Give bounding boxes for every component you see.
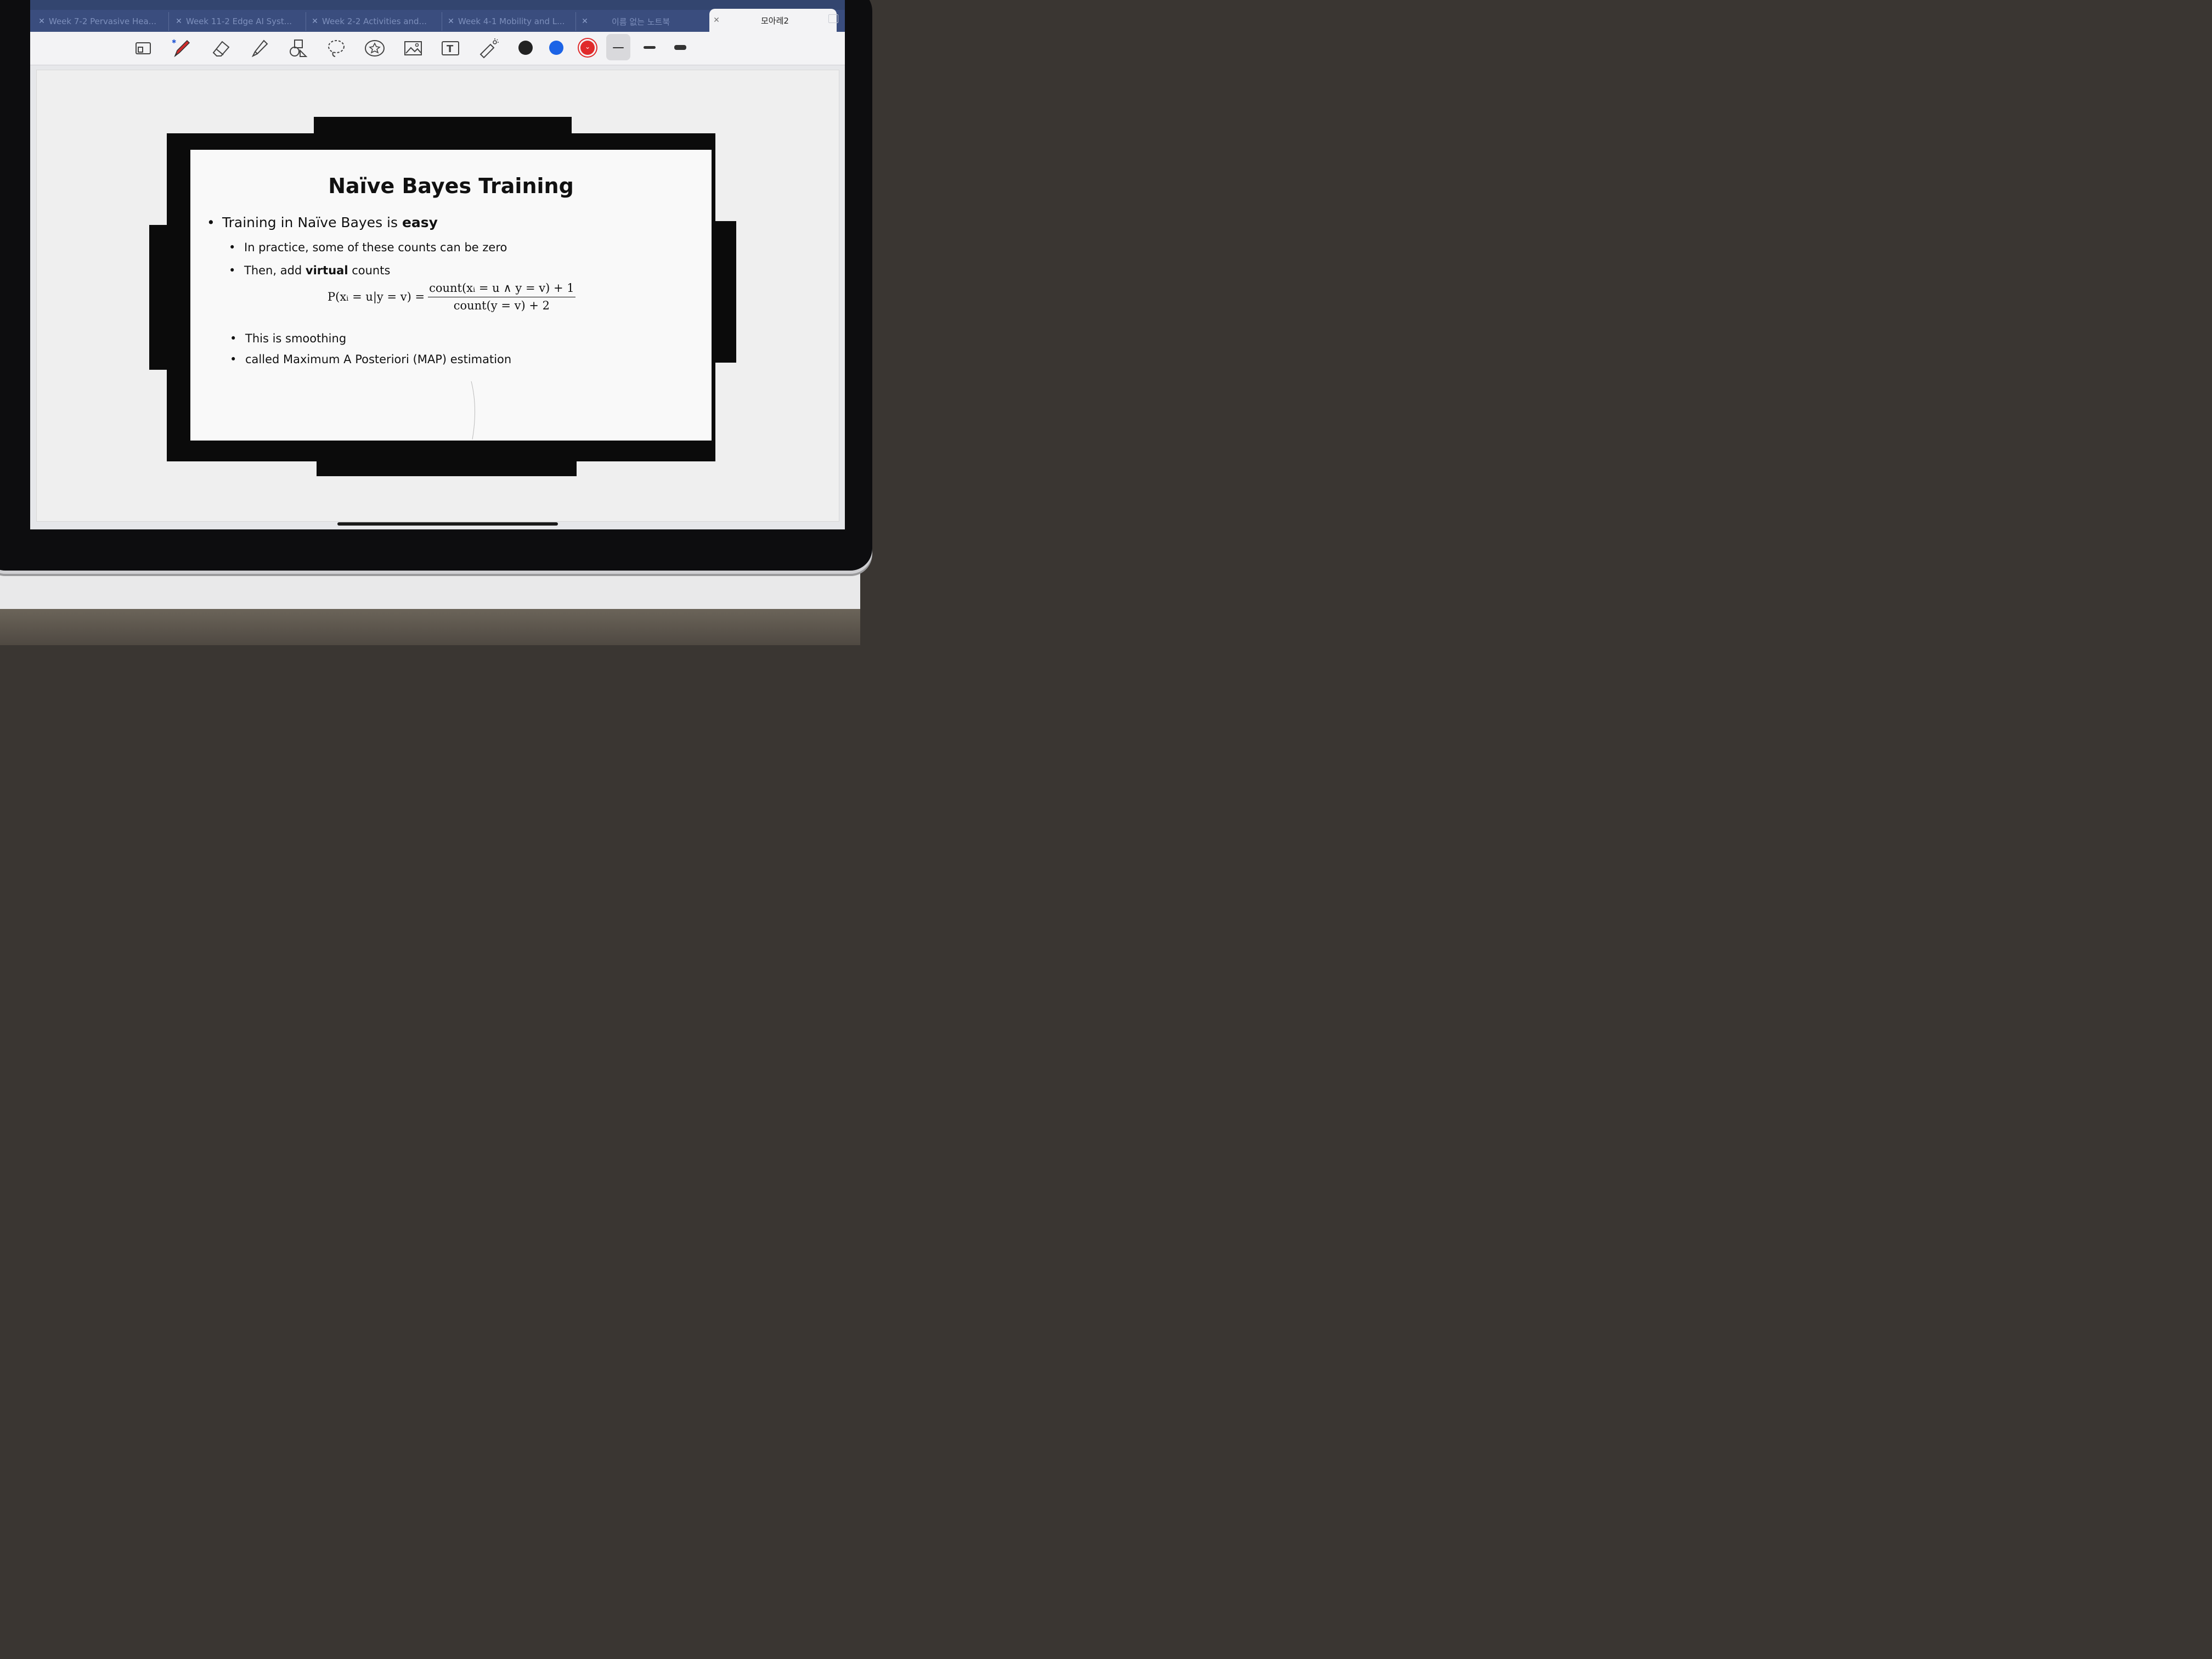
shapes-icon[interactable] xyxy=(287,37,309,59)
equation-fraction: count(xᵢ = u ∧ y = v) + 1 count(y = v) +… xyxy=(428,281,575,312)
close-icon[interactable]: ✕ xyxy=(444,17,458,26)
tab-label: Week 2-2 Activities and... xyxy=(322,16,427,26)
tablet-screen: ✕ Week 7-2 Pervasive Hea... ✕ Week 11-2 … xyxy=(30,0,845,529)
equation-numerator: count(xᵢ = u ∧ y = v) + 1 xyxy=(428,281,575,297)
tab-label: Week 11-2 Edge AI Syst... xyxy=(186,16,292,26)
color-black-swatch[interactable] xyxy=(518,41,533,55)
add-tab-icon[interactable] xyxy=(828,14,838,23)
chevron-down-icon: ⌄ xyxy=(585,43,591,50)
tab-label: 이름 없는 노트북 xyxy=(612,16,670,27)
eraser-icon[interactable] xyxy=(210,37,232,59)
sticker-icon[interactable] xyxy=(364,37,386,59)
color-red-swatch-selected[interactable]: ⌄ xyxy=(580,41,595,55)
svg-text:✱: ✱ xyxy=(172,39,176,45)
stroke-medium-option[interactable] xyxy=(644,46,656,49)
color-blue-swatch[interactable] xyxy=(549,41,563,55)
tab-week-4-1[interactable]: ✕ Week 4-1 Mobility and L... xyxy=(444,11,575,32)
sub-bullet-counts-zero: In practice, some of these counts can be… xyxy=(229,241,507,254)
stroke-thin-icon xyxy=(613,47,624,48)
tab-week-2-2[interactable]: ✕ Week 2-2 Activities and... xyxy=(308,11,439,32)
sub-bullet-smoothing: This is smoothing xyxy=(230,332,346,345)
smoothing-equation: P(xᵢ = u|y = v) = count(xᵢ = u ∧ y = v) … xyxy=(328,281,575,312)
notebook-page[interactable]: Naïve Bayes Training Training in Naïve B… xyxy=(37,70,839,521)
lasso-icon[interactable] xyxy=(325,37,347,59)
tab-bar: ✕ Week 7-2 Pervasive Hea... ✕ Week 11-2 … xyxy=(30,0,845,32)
stroke-thick-option[interactable] xyxy=(674,45,686,50)
equation-denominator: count(y = v) + 2 xyxy=(453,299,550,312)
sub-bullet-virtual-counts: Then, add virtual counts xyxy=(229,264,390,277)
highlighter-icon[interactable] xyxy=(249,37,270,59)
close-icon[interactable]: ✕ xyxy=(308,17,322,26)
tab-label: Week 4-1 Mobility and L... xyxy=(458,16,565,26)
text-box-icon[interactable]: T xyxy=(439,37,461,59)
slide-title: Naïve Bayes Training xyxy=(328,174,574,198)
svg-text:T: T xyxy=(447,43,454,55)
slide: Naïve Bayes Training Training in Naïve B… xyxy=(190,150,712,441)
tab-label: 모아레2 xyxy=(761,15,789,26)
tab-label: Week 7-2 Pervasive Hea... xyxy=(49,16,156,26)
close-icon[interactable]: ✕ xyxy=(709,16,724,25)
image-icon[interactable] xyxy=(402,37,424,59)
tab-week-11-2[interactable]: ✕ Week 11-2 Edge AI Syst... xyxy=(172,11,303,32)
pen-icon[interactable]: ✱ xyxy=(171,37,193,59)
laser-pointer-icon[interactable] xyxy=(478,37,500,59)
home-indicator xyxy=(337,522,558,526)
sub-bullet-map: called Maximum A Posteriori (MAP) estima… xyxy=(230,353,511,366)
close-icon[interactable]: ✕ xyxy=(172,17,186,26)
page-layout-icon[interactable] xyxy=(132,37,154,59)
paper-edge xyxy=(0,565,860,609)
bullet-training-easy: Training in Naïve Bayes is easy xyxy=(207,215,438,230)
equation-lhs: P(xᵢ = u|y = v) = xyxy=(328,290,425,303)
close-icon[interactable]: ✕ xyxy=(35,17,49,26)
tab-moire2[interactable]: ✕ 모아레2 xyxy=(709,9,837,32)
pen-stroke-mark xyxy=(471,381,476,440)
tab-untitled-notebook[interactable]: ✕ 이름 없는 노트북 xyxy=(578,11,707,32)
annotation-toolbar: ✱ T ⌄ xyxy=(30,32,845,65)
tab-week-7-2[interactable]: ✕ Week 7-2 Pervasive Hea... xyxy=(35,11,166,32)
close-icon[interactable]: ✕ xyxy=(578,17,592,26)
